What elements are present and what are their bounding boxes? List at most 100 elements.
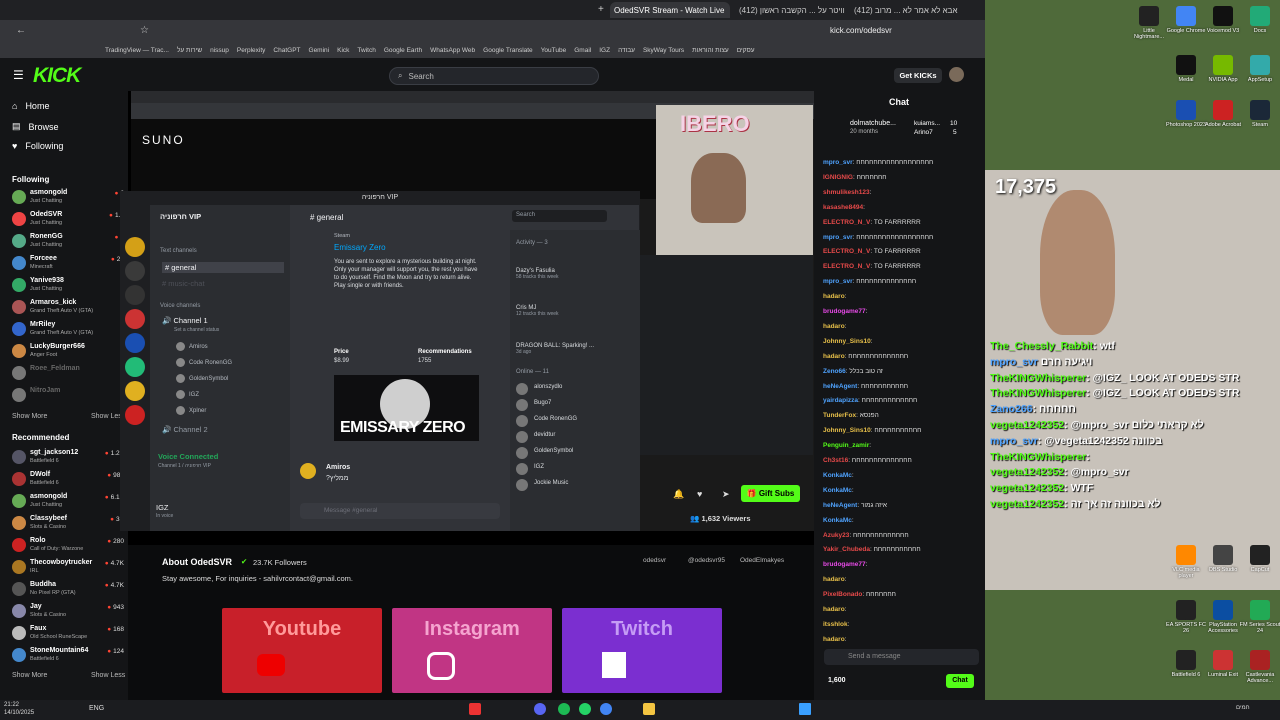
- game-banner[interactable]: EMISSARY ZERO: [334, 375, 479, 441]
- server-icon[interactable]: [125, 333, 145, 353]
- recommended-item-classybeef[interactable]: ClassybeefSlots & Casino3K: [12, 514, 124, 536]
- online-member[interactable]: IGZ: [534, 464, 544, 470]
- channel-general[interactable]: # general: [162, 262, 284, 273]
- chat-username[interactable]: mpro_svr: [823, 278, 853, 285]
- chat-message[interactable]: Yakir_Chubeda: חחחחחחחחחחח: [823, 546, 983, 553]
- discord-taskbar-icon[interactable]: [534, 703, 546, 715]
- following-item-luckyburger666[interactable]: LuckyBurger666 Anger Foot: [12, 342, 124, 364]
- channel-music-chat[interactable]: # music-chat: [162, 279, 205, 288]
- spotify-taskbar-icon[interactable]: [558, 703, 570, 715]
- voice-channel-1[interactable]: 🔊 Channel 1: [162, 316, 208, 325]
- chat-message[interactable]: hadaro:: [823, 636, 983, 643]
- chat-username[interactable]: Zeno66: [823, 368, 846, 375]
- recommended-item-stonemountain64[interactable]: StoneMountain64 Battlefield 6 124: [12, 646, 124, 668]
- text-channels-header[interactable]: Text channels: [160, 248, 197, 254]
- recommended-item-rolo[interactable]: Rolo Call of Duty: Warzone 280: [12, 536, 124, 558]
- tab-youtube-2[interactable]: (412) אבא לא אמר לא ... מרוב: [850, 2, 960, 18]
- online-member[interactable]: devidtur: [534, 432, 555, 438]
- bookmark[interactable]: שירות על: [177, 47, 202, 54]
- chat-message[interactable]: hadaro:: [823, 576, 983, 583]
- recommended-item-dwolf[interactable]: DWolfBattlefield 6989: [12, 470, 124, 492]
- chat-message[interactable]: Johnny_Sins10:: [823, 338, 983, 345]
- desktop-shortcut[interactable]: PlayStation Accessories: [1202, 600, 1244, 634]
- chat-username[interactable]: mpro_svr: [823, 159, 853, 166]
- activity-item[interactable]: Cris MJ 12 tracks this week: [516, 305, 559, 317]
- clock[interactable]: 21:22 14/10/2025: [4, 701, 34, 717]
- chat-username[interactable]: mpro_svr: [823, 234, 853, 241]
- chat-username[interactable]: KonkaMc: [823, 517, 852, 524]
- desktop-shortcut[interactable]: Voicemod V3: [1202, 6, 1244, 34]
- twitch-banner[interactable]: Twitch: [562, 608, 722, 693]
- chat-message[interactable]: hadaro:: [823, 293, 983, 300]
- chat-message[interactable]: KonkaMc:: [823, 472, 983, 479]
- chat-username[interactable]: ELECTRO_N_V: [823, 219, 870, 226]
- chat-username[interactable]: hadaro: [823, 293, 845, 300]
- chat-username[interactable]: KonkaMc: [823, 487, 852, 494]
- nav-following[interactable]: ♥ Following: [12, 141, 63, 151]
- discord-user-name[interactable]: IGZ: [156, 503, 169, 512]
- bookmark[interactable]: TradingView — Trac...: [105, 47, 169, 54]
- message-input[interactable]: Message #general: [300, 503, 500, 519]
- chat-username[interactable]: shmulikesh123: [823, 189, 870, 196]
- bell-icon[interactable]: 🔔: [673, 489, 684, 500]
- chat-message[interactable]: heNeAgent: איזה גמור: [823, 502, 983, 509]
- nav-browse[interactable]: ▤ Browse: [12, 121, 59, 132]
- embed-title[interactable]: Emissary Zero: [334, 243, 386, 252]
- whatsapp-taskbar-icon[interactable]: [579, 703, 591, 715]
- desktop-shortcut[interactable]: Docs: [1239, 6, 1280, 34]
- following-item-roee_feldman[interactable]: Roee_Feldman: [12, 364, 124, 386]
- recommended-item-thecowboytrucker[interactable]: Thecowboytrucker IRL 4.7K: [12, 558, 124, 580]
- chat-message[interactable]: shmulikesh123:: [823, 189, 983, 196]
- chat-message[interactable]: TunderFox: הפנסא: [823, 412, 983, 419]
- server-icon[interactable]: [125, 285, 145, 305]
- heart-icon[interactable]: ♥: [697, 489, 702, 499]
- server-icon[interactable]: [125, 405, 145, 425]
- social-link[interactable]: OdedElmakyes: [740, 557, 784, 564]
- chat-username[interactable]: Yakir_Chubeda: [823, 546, 870, 553]
- chat-username[interactable]: ELECTRO_N_V: [823, 263, 870, 270]
- gift-subs-button[interactable]: 🎁 Gift Subs: [741, 485, 800, 502]
- url-field[interactable]: kick.com/odedsvr: [830, 26, 892, 35]
- activity-item[interactable]: DRAGON BALL: Sparking! ... 3d ago: [516, 343, 594, 355]
- desktop-shortcut[interactable]: Little Nightmare...: [1128, 6, 1170, 40]
- chat-message[interactable]: ELECTRO_N_V: TO FARRRRRR: [823, 248, 983, 255]
- activity-item[interactable]: Dazy's Fasulia 58 tracks this week: [516, 268, 559, 280]
- discord-server-name[interactable]: חרפוניה VIP: [160, 212, 201, 221]
- bookmark[interactable]: nissup: [210, 47, 229, 54]
- language-indicator[interactable]: ENG: [89, 705, 104, 712]
- recommended-item-buddha[interactable]: Buddha No Pixel RP (GTA) 4.7K: [12, 580, 124, 602]
- send-chat-button[interactable]: Chat: [946, 674, 974, 688]
- bookmark[interactable]: עצות והוראות: [692, 47, 729, 54]
- desktop-shortcut[interactable]: Steam: [1239, 100, 1280, 128]
- back-icon[interactable]: ←: [16, 25, 26, 36]
- pinned-user-right[interactable]: Arino7: [914, 129, 933, 136]
- desktop-shortcut[interactable]: Medal: [1165, 55, 1207, 83]
- social-link[interactable]: odedsvr: [643, 557, 666, 564]
- following-item-nitrojam[interactable]: NitroJam: [12, 386, 124, 408]
- bookmark[interactable]: Google Earth: [384, 47, 422, 54]
- chat-message[interactable]: Johnny_Sins10: חחחחחחחחחחח: [823, 427, 983, 434]
- desktop-shortcut[interactable]: Photoshop 2023: [1165, 100, 1207, 128]
- bookmark[interactable]: IGZ: [599, 47, 610, 54]
- chat-username[interactable]: TunderFox: [823, 412, 856, 419]
- voice-user[interactable]: IGZ: [176, 390, 199, 399]
- desktop-shortcut[interactable]: OBS Studio: [1202, 545, 1244, 573]
- bookmark[interactable]: Gemini: [309, 47, 330, 54]
- avatar[interactable]: [949, 67, 964, 82]
- show-more-recommended[interactable]: Show More: [12, 672, 47, 679]
- chat-username[interactable]: Johnny_Sins10: [823, 338, 871, 345]
- desktop-shortcut[interactable]: NVIDIA App: [1202, 55, 1244, 83]
- bookmark[interactable]: ChatGPT: [273, 47, 300, 54]
- chat-message[interactable]: hadaro:: [823, 323, 983, 330]
- chat-username[interactable]: itsshlok: [823, 621, 848, 628]
- show-more-following[interactable]: Show More: [12, 413, 47, 420]
- discord-search[interactable]: Search: [512, 210, 607, 222]
- desktop-shortcut[interactable]: AppSetup: [1239, 55, 1280, 83]
- desktop-shortcut[interactable]: EA SPORTS FC 26: [1165, 600, 1207, 634]
- share-icon[interactable]: ➤: [722, 489, 730, 500]
- desktop-shortcut[interactable]: Adobe Acrobat: [1202, 100, 1244, 128]
- chat-username[interactable]: Ch3st16: [823, 457, 848, 464]
- bookmark[interactable]: Twitch: [357, 47, 375, 54]
- following-item-odedsvr[interactable]: OdedSVRJust Chatting1.6: [12, 210, 124, 232]
- points-balance[interactable]: 1,600: [828, 677, 846, 684]
